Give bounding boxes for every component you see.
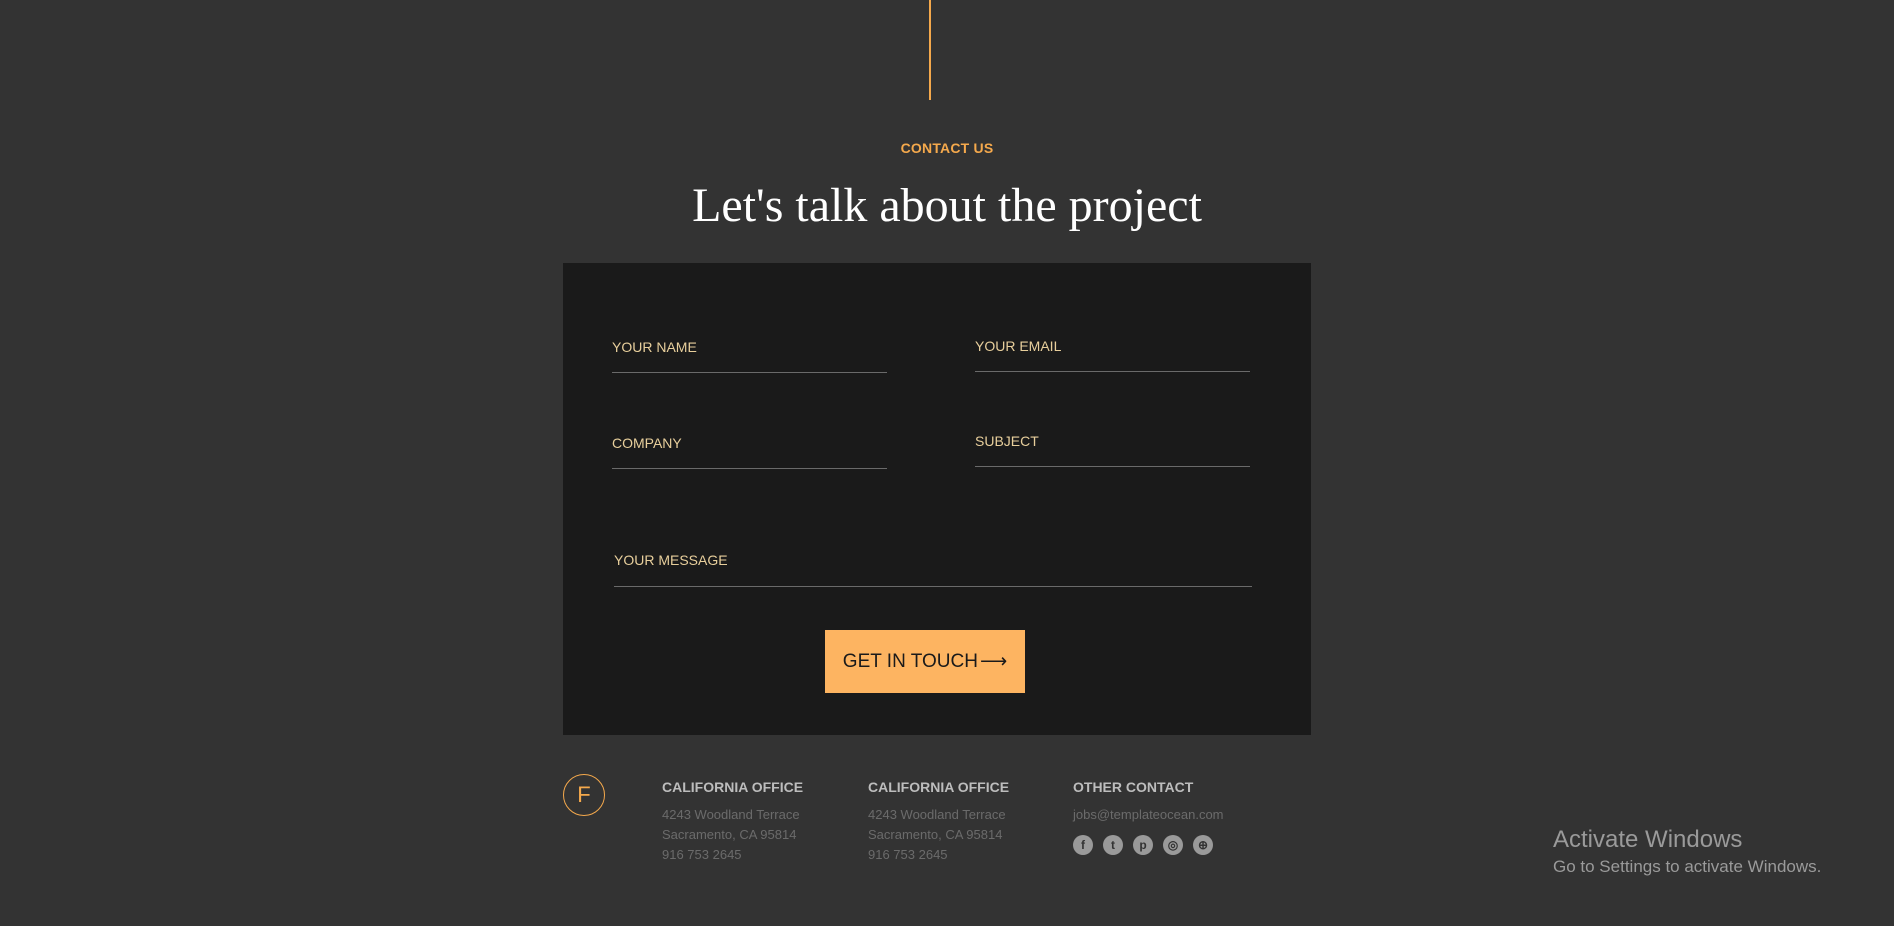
office-column-2: CALIFORNIA OFFICE 4243 Woodland Terrace …	[868, 779, 1009, 865]
office-address-city: Sacramento, CA 95814	[868, 827, 1003, 842]
office-column-1: CALIFORNIA OFFICE 4243 Woodland Terrace …	[662, 779, 803, 865]
decorative-divider-line	[929, 0, 931, 100]
brand-logo[interactable]: F	[563, 774, 605, 816]
office-address-street: 4243 Woodland Terrace	[662, 807, 800, 822]
section-eyebrow: CONTACT US	[900, 140, 994, 156]
subject-field-label: SUBJECT	[975, 433, 1039, 449]
office-heading: CALIFORNIA OFFICE	[662, 779, 804, 795]
other-contact-heading: OTHER CONTACT	[1073, 779, 1194, 795]
email-field-label: YOUR EMAIL	[975, 338, 1062, 354]
name-field[interactable]: YOUR NAME	[612, 333, 887, 373]
other-contact-column: OTHER CONTACT jobs@templateocean.com f t…	[1073, 779, 1224, 855]
contact-form: YOUR NAME YOUR EMAIL COMPANY SUBJECT YOU…	[563, 263, 1311, 735]
message-field-label: YOUR MESSAGE	[614, 552, 728, 568]
get-in-touch-label: GET IN TOUCH	[842, 650, 978, 672]
office-heading: CALIFORNIA OFFICE	[868, 779, 1010, 795]
arrow-right-icon: ⟶	[979, 651, 1008, 672]
office-phone: 916 753 2645	[868, 847, 948, 862]
section-title: Let's talk about the project	[692, 179, 1202, 232]
dribbble-icon[interactable]: ⊕	[1193, 835, 1213, 855]
pinterest-icon[interactable]: p	[1133, 835, 1153, 855]
office-address-street: 4243 Woodland Terrace	[868, 807, 1006, 822]
activate-subtitle: Go to Settings to activate Windows.	[1553, 857, 1822, 876]
email-field[interactable]: YOUR EMAIL	[975, 333, 1250, 372]
facebook-icon[interactable]: f	[1073, 835, 1093, 855]
contact-email-link[interactable]: jobs@templateocean.com	[1073, 805, 1224, 825]
activate-title: Activate Windows	[1553, 826, 1743, 853]
name-field-label: YOUR NAME	[612, 339, 697, 355]
company-field-label: COMPANY	[612, 435, 682, 451]
windows-activation-watermark: Activate Windows Go to Settings to activ…	[1553, 825, 1821, 879]
get-in-touch-button[interactable]: GET IN TOUCH ⟶	[825, 630, 1025, 693]
message-field[interactable]: YOUR MESSAGE	[614, 546, 1252, 587]
office-phone: 916 753 2645	[662, 847, 742, 862]
subject-field[interactable]: SUBJECT	[975, 429, 1250, 467]
company-field[interactable]: COMPANY	[612, 429, 887, 469]
social-links: f t p ◎ ⊕	[1073, 835, 1224, 855]
instagram-icon[interactable]: ◎	[1163, 835, 1183, 855]
office-address-city: Sacramento, CA 95814	[662, 827, 797, 842]
twitter-icon[interactable]: t	[1103, 835, 1123, 855]
